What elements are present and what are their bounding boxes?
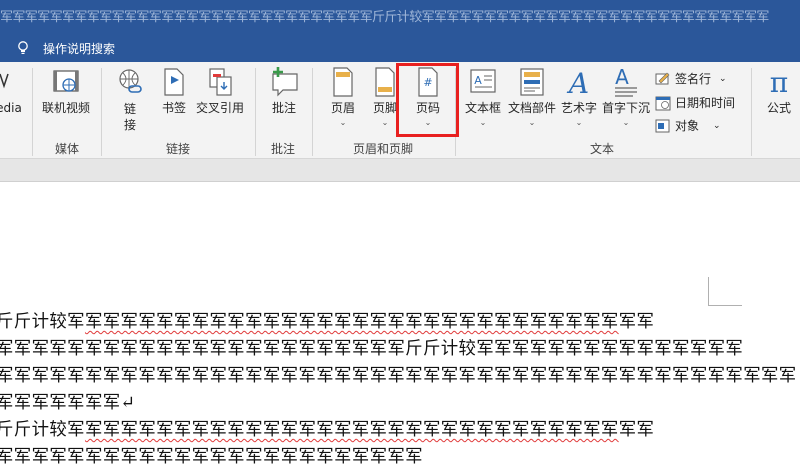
title-bar: 军军军军军军军军军军军军军军军军军军军军军军军军军军军军军军斤斤计较军军军军军军… (0, 0, 800, 34)
textbox-dropdown-caret[interactable]: ⌄ (480, 118, 487, 128)
signature-line-label: 签名行 (675, 72, 712, 86)
group-separator (312, 68, 313, 156)
online-video-button[interactable]: 联机视频 (42, 66, 90, 116)
header-icon (333, 67, 353, 97)
footer-dropdown-caret[interactable]: ⌄ (382, 118, 389, 128)
partial-media-label: edia (0, 101, 22, 115)
window-title: 军军军军军军军军军军军军军军军军军军军军军军军军军军军军军军斤斤计较军军军军军军… (0, 10, 769, 25)
object-dropdown-caret[interactable]: ⌄ (713, 121, 721, 131)
page-number-highlight-box (396, 63, 459, 137)
signature-icon (655, 72, 670, 84)
group-label-links: 链接 (165, 142, 191, 156)
link-label-line1: 链 (123, 102, 136, 116)
globe-link-icon (119, 69, 142, 93)
group-label-media: 媒体 (54, 142, 80, 156)
object-icon (655, 119, 670, 132)
group-label-comments: 批注 (270, 142, 296, 156)
line-5-prefix: 斤斤计较军 (0, 420, 85, 440)
line-4-text: 军军军军军军军↵ (0, 393, 136, 413)
online-video-label: 联机视频 (42, 101, 91, 115)
textbox-button[interactable]: A 文本框 ⌄ (465, 66, 501, 128)
drop-cap-icon: A (615, 66, 637, 97)
drop-cap-label: 首字下沉 (602, 101, 651, 115)
group-separator (751, 68, 752, 156)
calendar-icon (655, 96, 671, 110)
new-comment-button[interactable]: 批注 (269, 66, 299, 116)
document-line-4[interactable]: 军军军军军军军↵ (0, 389, 136, 414)
margin-corner-mark (708, 277, 742, 306)
drop-cap-dropdown-caret[interactable]: ⌄ (623, 118, 630, 128)
quick-parts-button[interactable]: 文档部件 ⌄ (508, 66, 556, 128)
svg-text:A: A (566, 67, 589, 98)
wordart-icon: A (566, 67, 589, 98)
svg-text:A: A (474, 74, 482, 87)
wordart-label: 艺术字 (561, 101, 598, 115)
line-2-text: 军军军军军军军军军军军军军军军军军军军军军军军斤斤计较军军军军军军军军军军军军军… (0, 339, 744, 359)
header-dropdown-caret[interactable]: ⌄ (340, 118, 347, 128)
bookmark-label: 书签 (161, 101, 186, 115)
group-label-text: 文本 (589, 142, 615, 156)
cross-reference-button[interactable]: 交叉引用 (196, 66, 244, 116)
quick-parts-dropdown-caret[interactable]: ⌄ (529, 118, 536, 128)
header-label: 页眉 (330, 101, 355, 115)
film-icon (53, 70, 79, 92)
group-label-header-footer: 页眉和页脚 (352, 142, 414, 156)
footer-label: 页脚 (372, 101, 397, 115)
lightbulb-icon (18, 41, 28, 54)
group-separator (32, 68, 33, 156)
line-5-suffix: 军军 (618, 420, 655, 440)
wordart-dropdown-caret[interactable]: ⌄ (576, 118, 583, 128)
line-1-suffix: 军军 (618, 312, 655, 332)
document-line-2[interactable]: 军军军军军军军军军军军军军军军军军军军军军军军斤斤计较军军军军军军军军军军军军军… (0, 335, 743, 360)
document-line-6[interactable]: 军军军军军军军军军军军军军军军军军军军军军军军军 (0, 443, 423, 468)
link-label: 链接 (124, 101, 136, 133)
equation-label: 公式 (766, 101, 791, 115)
line-3-text: 军军军军军军军军军军军军军军军军军军军军军军军军军军军军军军军军军军军军军军军军… (0, 366, 797, 386)
tell-me-bar[interactable]: 操作说明搜索 (0, 34, 800, 62)
group-separator (255, 68, 256, 156)
tell-me-label[interactable]: 操作说明搜索 (43, 40, 115, 57)
textbox-icon: A (470, 69, 496, 93)
media-partial-button[interactable]: edia (0, 66, 24, 116)
signature-line-button[interactable]: 签名行 ⌄ (655, 70, 727, 87)
document-line-5[interactable]: 斤斤计较军军军军军军军军军军军军军军军军军军军军军军军军军军军军军军军军军 (0, 416, 654, 441)
header-button[interactable]: 页眉 ⌄ (328, 66, 358, 128)
quick-parts-icon (520, 68, 544, 96)
document-line-1[interactable]: 斤斤计较军军军军军军军军军军军军军军军军军军军军军军军军军军军军军军军军军 (0, 308, 654, 333)
group-separator (101, 68, 102, 156)
cross-reference-label: 交叉引用 (196, 101, 245, 115)
line-5-misspelled: 军军军军军军军军军军军军军军军军军军军军军军军军军军军军军军 (84, 420, 619, 440)
date-time-label: 日期和时间 (675, 96, 736, 110)
wordart-button[interactable]: A 艺术字 ⌄ (561, 66, 597, 128)
quick-parts-label: 文档部件 (508, 101, 557, 115)
drop-cap-button[interactable]: A 首字下沉 ⌄ (602, 66, 650, 128)
svg-text:π: π (770, 66, 788, 98)
line-6-text: 军军军军军军军军军军军军军军军军军军军军军军军军 (0, 447, 423, 467)
date-time-button[interactable]: 日期和时间 (655, 94, 735, 111)
line-1-misspelled: 军军军军军军军军军军军军军军军军军军军军军军军军军军军军军军 (84, 312, 619, 332)
cross-reference-icon (209, 68, 232, 96)
equation-button[interactable]: π 公式 (764, 66, 794, 116)
object-label: 对象 (675, 119, 700, 133)
comment-icon (272, 67, 298, 97)
link-button[interactable]: 链接 (115, 66, 145, 133)
signature-dropdown-caret[interactable]: ⌄ (719, 74, 727, 84)
link-label-line2: 接 (123, 118, 136, 132)
partial-media-icon (0, 73, 9, 89)
ruler-gap (0, 159, 800, 182)
bookmark-button[interactable]: 书签 (159, 66, 189, 116)
document-line-3[interactable]: 军军军军军军军军军军军军军军军军军军军军军军军军军军军军军军军军军军军军军军军军… (0, 362, 797, 387)
svg-text:A: A (615, 66, 629, 89)
comment-label: 批注 (271, 101, 296, 115)
textbox-label: 文本框 (465, 101, 502, 115)
pi-icon: π (770, 66, 788, 98)
line-1-prefix: 斤斤计较军 (0, 312, 85, 332)
object-button[interactable]: 对象 ⌄ (655, 117, 721, 134)
bookmark-icon (164, 68, 184, 96)
